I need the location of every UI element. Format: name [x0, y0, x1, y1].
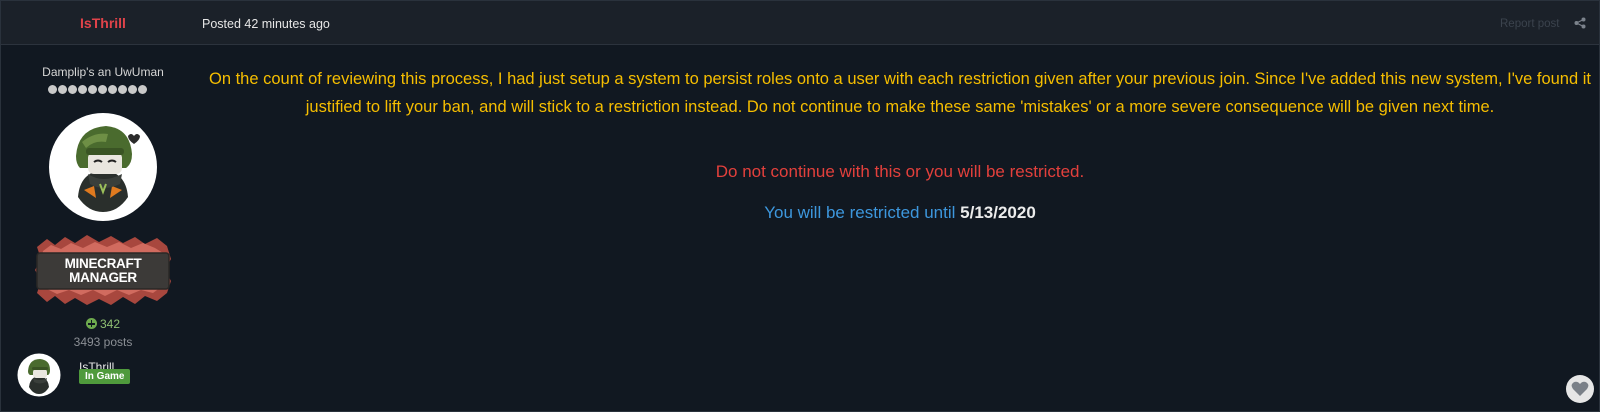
heart-icon: [1571, 381, 1589, 396]
rank-pip: [88, 85, 97, 94]
rank-badge-line2: MANAGER: [69, 270, 137, 285]
status-badge: In Game: [79, 369, 131, 384]
restriction-prefix: You will be restricted until: [764, 203, 961, 222]
rank-pip: [58, 85, 67, 94]
rank-pip: [138, 85, 147, 94]
forum-post: IsThrill Posted 42 minutes ago Report po…: [0, 0, 1600, 412]
rank-pips: [48, 85, 147, 94]
rank-badge-line1: MINECRAFT: [64, 256, 142, 271]
rank-pip: [118, 85, 127, 94]
presence-avatar[interactable]: [17, 353, 61, 397]
reputation: 342: [1, 317, 205, 331]
user-title: Damplip's an UwUman: [42, 65, 164, 79]
post-timestamp: Posted 42 minutes ago: [202, 17, 330, 31]
author-name-link[interactable]: IsThrill: [1, 15, 205, 31]
rank-pip: [108, 85, 117, 94]
share-icon[interactable]: [1574, 17, 1586, 29]
plus-circle-icon: [85, 318, 97, 329]
like-button[interactable]: [1566, 375, 1594, 403]
rank-pip: [78, 85, 87, 94]
post-content: On the count of reviewing this process, …: [205, 45, 1595, 411]
rank-pip: [68, 85, 77, 94]
reputation-value: 342: [99, 317, 121, 331]
rank-pip: [98, 85, 107, 94]
post-header: IsThrill Posted 42 minutes ago Report po…: [1, 1, 1599, 45]
warning-text: Do not continue with this or you will be…: [715, 162, 1085, 181]
restriction-notice: You will be restricted until 5/13/2020: [205, 203, 1595, 223]
author-avatar[interactable]: [48, 112, 158, 222]
post-paragraph: On the count of reviewing this process, …: [209, 70, 1591, 116]
rank-badge: MINECRAFT MANAGER: [31, 233, 175, 307]
report-post-link[interactable]: Report post: [1500, 18, 1559, 30]
rank-pip: [128, 85, 137, 94]
post-count: 3493 posts: [73, 335, 133, 349]
rank-pip: [48, 85, 57, 94]
author-sidebar: Damplip's an UwUman MINECRAFT MANAGER 34…: [1, 45, 205, 411]
restriction-date: 5/13/2020: [960, 203, 1036, 222]
